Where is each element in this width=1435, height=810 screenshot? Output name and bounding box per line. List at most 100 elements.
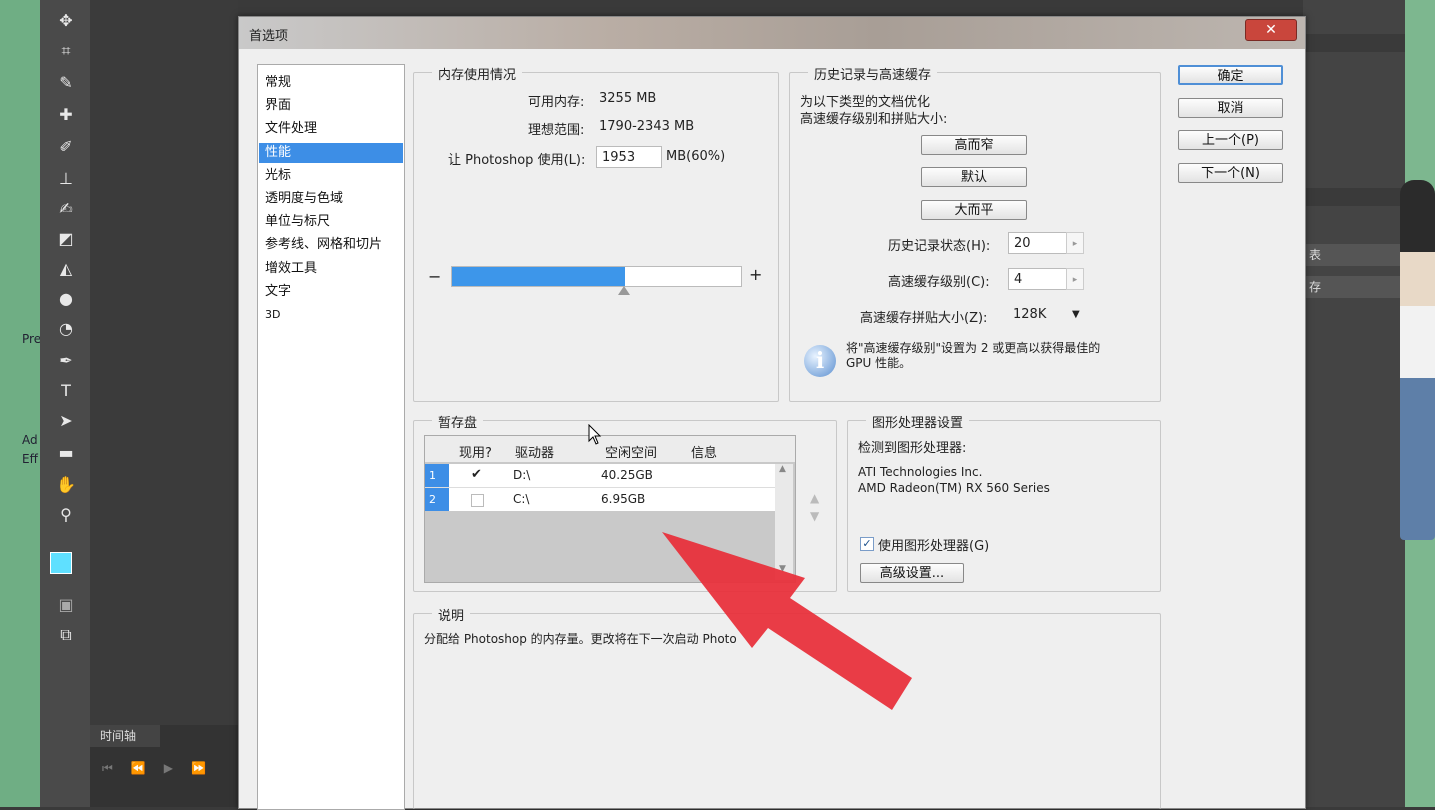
healing-brush-icon[interactable]: ✚ (54, 104, 78, 126)
table-row[interactable]: 2 C:\ 6.95GB (425, 488, 775, 511)
ideal-range-value: 1790-2343 MB (599, 119, 695, 134)
optimize-desc-line2: 高速缓存级别和拼贴大小: (800, 112, 948, 127)
timeline-panel: 时间轴 ⏮⏪▶⏩ (90, 725, 238, 807)
crop-tool-icon[interactable]: ⌗ (54, 40, 78, 62)
nav-item[interactable]: 常规 (259, 73, 403, 93)
cache-tile-size-value: 128K (1013, 307, 1047, 322)
hand-tool-icon[interactable]: ✋ (54, 474, 78, 496)
memory-usage-group: 内存使用情况 可用内存: 3255 MB 理想范围: 1790-2343 MB … (413, 64, 779, 402)
column-header[interactable]: 空闲空间 (605, 442, 657, 461)
background-person-image (1400, 180, 1435, 540)
panel-header (1303, 188, 1405, 206)
panel-header (1303, 34, 1405, 52)
gpu-vendor: ATI Technologies Inc. (858, 465, 983, 479)
screen-mode-icon[interactable]: ⧉ (54, 624, 78, 646)
drive-cell: C:\ (513, 492, 530, 506)
row-number: 1 (425, 464, 449, 487)
rectangle-tool-icon[interactable]: ▬ (54, 442, 78, 464)
drive-cell: D:\ (513, 468, 531, 482)
ok-button[interactable]: 确定 (1178, 65, 1283, 85)
foreground-color-swatch[interactable] (50, 552, 72, 574)
close-button[interactable]: ✕ (1245, 19, 1297, 41)
nav-item[interactable]: 界面 (259, 96, 403, 116)
nav-item[interactable]: 文字 (259, 282, 403, 302)
brush-tool-icon[interactable]: ✐ (54, 136, 78, 158)
bg-text-fragment: Eff (22, 452, 38, 466)
timeline-tab[interactable]: 时间轴 (90, 725, 160, 747)
history-cache-group: 历史记录与高速缓存 为以下类型的文档优化 高速缓存级别和拼贴大小: 高而窄 默认… (789, 64, 1161, 402)
scroll-up-icon[interactable]: ▲ (779, 464, 786, 474)
quick-mask-icon[interactable]: ▣ (54, 594, 78, 616)
background-left-strip: Pre Ad Eff (0, 0, 42, 807)
stamp-tool-icon[interactable]: ⊥ (54, 168, 78, 190)
table-row[interactable]: 1 ✔ D:\ 40.25GB (425, 464, 775, 488)
mouse-cursor-icon (588, 424, 602, 445)
move-up-arrow-icon[interactable]: ▲ (810, 491, 819, 505)
nav-item[interactable]: 文件处理 (259, 119, 403, 139)
default-button[interactable]: 默认 (921, 167, 1027, 187)
gpu-detected-label: 检测到图形处理器: (858, 441, 967, 456)
eraser-tool-icon[interactable]: ◩ (54, 228, 78, 250)
prev-button[interactable]: 上一个(P) (1178, 130, 1283, 150)
bg-text-fragment: Ad (22, 433, 38, 447)
nav-item[interactable]: 单位与标尺 (259, 212, 403, 232)
active-checkbox-unchecked[interactable] (471, 494, 484, 507)
pen-tool-icon[interactable]: ✒ (54, 350, 78, 372)
gpu-settings-title: 图形处理器设置 (866, 412, 970, 431)
memory-slider-thumb[interactable] (618, 286, 630, 295)
memory-percent-label: MB(60%) (666, 149, 726, 164)
timeline-controls-icon[interactable]: ⏮⏪▶⏩ (102, 761, 224, 776)
row-number: 2 (425, 488, 449, 511)
cache-levels-input[interactable]: 4 (1008, 268, 1068, 290)
dialog-titlebar[interactable]: 首选项 ✕ (239, 17, 1305, 49)
paint-bucket-icon[interactable]: ◭ (54, 258, 78, 280)
nav-item[interactable]: 3D (259, 305, 403, 325)
cache-levels-spinner[interactable]: ▸ (1066, 268, 1084, 290)
column-header[interactable]: 驱动器 (515, 442, 554, 461)
panel-dropdown[interactable]: 表 (1305, 244, 1401, 266)
next-button[interactable]: 下一个(N) (1178, 163, 1283, 183)
zoom-tool-icon[interactable]: ⚲ (54, 504, 78, 526)
photoshop-use-label: 让 Photoshop 使用(L): (448, 153, 586, 168)
dialog-title: 首选项 (249, 29, 289, 44)
history-states-spinner[interactable]: ▸ (1066, 232, 1084, 254)
column-header[interactable]: 信息 (691, 442, 717, 461)
bg-text-fragment: Pre (22, 332, 42, 346)
eyedropper-tool-icon[interactable]: ✎ (54, 72, 78, 94)
nav-item[interactable]: 增效工具 (259, 259, 403, 279)
history-brush-icon[interactable]: ✍ (54, 198, 78, 220)
canvas-area (90, 0, 238, 807)
panel-dropdown[interactable]: 存 (1305, 276, 1401, 298)
red-annotation-arrow (662, 532, 912, 710)
memory-increase-button[interactable]: + (749, 265, 762, 284)
dodge-tool-icon[interactable]: ◔ (54, 318, 78, 340)
right-panels: 表 存 (1303, 0, 1405, 807)
preferences-nav-list: 常规界面文件处理性能光标透明度与色域 单位与标尺参考线、网格和切片 增效工具文字 3D (257, 64, 405, 810)
chevron-down-icon: ▼ (1072, 309, 1080, 320)
memory-slider[interactable] (451, 266, 742, 287)
cache-levels-label: 高速缓存级别(C): (888, 275, 990, 290)
memory-decrease-button[interactable]: − (428, 267, 441, 286)
move-tool-icon[interactable]: ✥ (54, 10, 78, 32)
scratch-disks-title: 暂存盘 (432, 412, 484, 431)
tall-thin-button[interactable]: 高而窄 (921, 135, 1027, 155)
big-flat-button[interactable]: 大而平 (921, 200, 1027, 220)
cache-tile-size-label: 高速缓存拼贴大小(Z): (860, 311, 988, 326)
table-header: 现用? 驱动器 空闲空间 信息 (425, 436, 795, 462)
column-header[interactable]: 现用? (459, 442, 492, 461)
text-tool-icon[interactable]: T (54, 380, 78, 402)
memory-slider-fill (452, 267, 625, 286)
nav-item[interactable]: 性能 (259, 142, 403, 163)
nav-item[interactable]: 参考线、网格和切片 (259, 235, 403, 255)
nav-item[interactable]: 透明度与色域 (259, 189, 403, 209)
free-space-cell: 6.95GB (601, 492, 646, 506)
active-checkbox-checked[interactable]: ✔ (471, 467, 482, 482)
cache-tile-size-select[interactable]: 128K ▼ (1008, 304, 1086, 326)
memory-amount-input[interactable]: 1953 (596, 146, 662, 168)
description-title: 说明 (432, 605, 471, 624)
cancel-button[interactable]: 取消 (1178, 98, 1283, 118)
nav-item[interactable]: 光标 (259, 166, 403, 186)
history-states-input[interactable]: 20 (1008, 232, 1068, 254)
path-select-icon[interactable]: ➤ (54, 410, 78, 432)
blur-tool-icon[interactable]: ● (54, 288, 78, 310)
